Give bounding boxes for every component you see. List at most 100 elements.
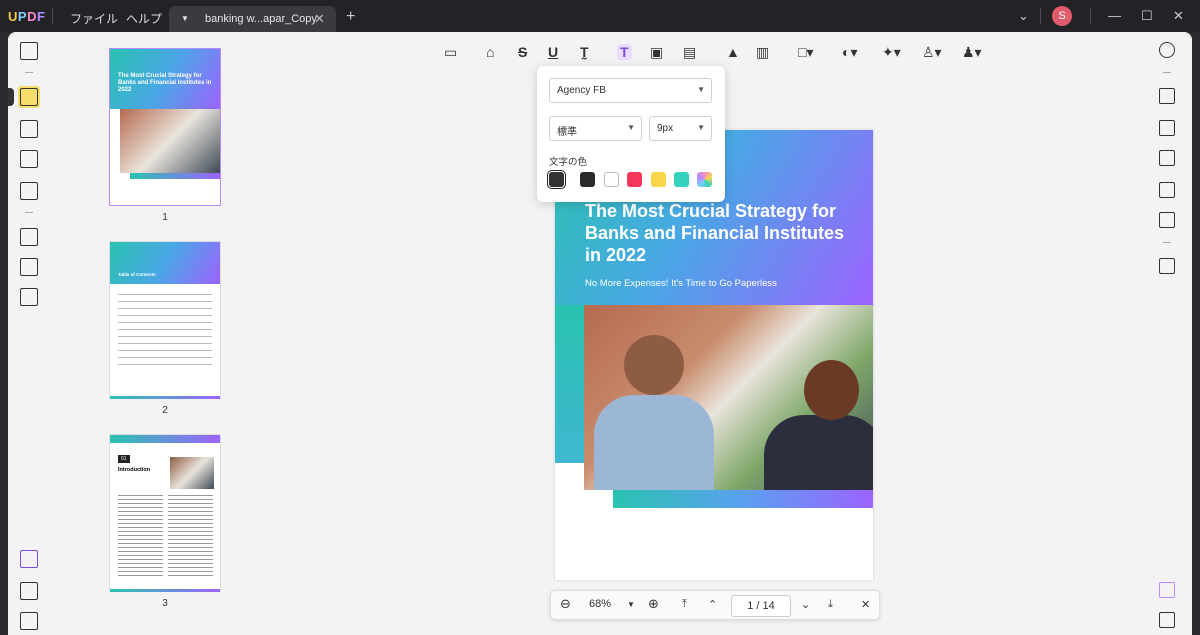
toolbar-separator xyxy=(1163,72,1171,73)
close-tab-icon[interactable]: ✕ xyxy=(314,11,325,27)
crop-icon[interactable] xyxy=(20,258,38,276)
tab-title: banking w...apar_Copy xyxy=(205,13,317,25)
color-swatch-white[interactable] xyxy=(604,172,619,187)
stamp-icon[interactable]: ♙▾ xyxy=(922,44,942,61)
sticky-note-icon[interactable]: ▭ xyxy=(444,44,457,61)
toolbar-separator xyxy=(25,212,33,213)
font-select[interactable]: Agency FB ▼ xyxy=(549,78,712,103)
pencil-icon[interactable]: ▲ xyxy=(726,44,740,60)
ai-assistant-icon[interactable] xyxy=(1159,582,1175,598)
zoom-in-icon[interactable]: ⊕ xyxy=(648,596,659,612)
page-number-input[interactable]: 1 / 14 xyxy=(731,595,791,617)
ocr-icon[interactable] xyxy=(1159,88,1175,104)
menu-help[interactable]: ヘルプ xyxy=(126,10,162,27)
thumb-badge: 01 xyxy=(118,455,130,463)
zoom-out-icon[interactable]: ⊖ xyxy=(560,596,571,612)
current-page: 1 xyxy=(747,600,754,612)
chevron-down-icon: ▼ xyxy=(627,123,635,132)
page-navigation-bar: ⊖ 68% ▼ ⊕ ⤒ ⌃ 1 / 14 ⌄ ⤓ ✕ xyxy=(550,590,880,620)
thumbnail-panel: The Most Crucial Strategy for Banks and … xyxy=(50,32,286,635)
font-select-value: Agency FB xyxy=(557,85,606,96)
font-style-select[interactable]: 標準 ▼ xyxy=(549,116,642,141)
chevron-down-icon[interactable]: ⌄ xyxy=(1018,8,1029,24)
thumbnail-page-3[interactable]: 01 Introduction xyxy=(109,434,221,592)
font-size-select[interactable]: 9px ▼ xyxy=(649,116,712,141)
page-title[interactable]: The Most Crucial Strategy for Banks and … xyxy=(585,200,845,266)
menu-file[interactable]: ファイル xyxy=(70,10,118,27)
form-icon[interactable] xyxy=(20,150,38,168)
squiggly-icon[interactable]: T̰ xyxy=(580,44,589,60)
thumb-bar xyxy=(130,173,220,179)
avatar[interactable]: S xyxy=(1052,6,1072,26)
annotation-toolbar: ▭ ⌂ S U T̰ T ▣ ▤ ▲ ▥ □▾ ◐▾ ✦▾ ♙▾ ♟▾ xyxy=(286,38,1144,68)
highlight-icon[interactable]: ⌂ xyxy=(486,44,494,60)
save-icon[interactable] xyxy=(1159,258,1175,274)
attachment-icon[interactable] xyxy=(20,612,38,630)
text-callout-icon[interactable]: ▤ xyxy=(683,44,696,61)
close-nav-icon[interactable]: ✕ xyxy=(861,598,870,611)
close-window-icon[interactable]: ✕ xyxy=(1173,8,1184,24)
shape-icon[interactable]: □▾ xyxy=(798,44,813,61)
organize-pages-icon[interactable] xyxy=(20,228,38,246)
thumb-title: Introduction xyxy=(118,467,151,473)
maximize-icon[interactable]: ☐ xyxy=(1141,8,1153,24)
document-tab[interactable]: ▼ banking w...apar_Copy ✕ xyxy=(169,6,336,32)
thumb-toc-lines xyxy=(118,294,212,370)
convert-icon[interactable] xyxy=(1159,120,1175,136)
bookmark-icon[interactable] xyxy=(20,582,38,600)
strikethrough-icon[interactable]: S xyxy=(518,44,527,60)
new-tab-icon[interactable]: + xyxy=(346,8,355,26)
underline-icon[interactable]: U xyxy=(548,44,558,60)
signature-icon[interactable]: ♟▾ xyxy=(962,44,982,61)
page-teal-band xyxy=(555,305,585,463)
font-size-value: 9px xyxy=(657,123,674,134)
thumb-hero xyxy=(110,435,220,443)
pin-icon[interactable]: ✦▾ xyxy=(882,44,901,61)
search-icon[interactable] xyxy=(1159,42,1175,58)
text-box-icon[interactable]: ▣ xyxy=(650,44,663,61)
minimize-icon[interactable]: — xyxy=(1108,8,1121,23)
chevron-down-icon[interactable]: ▼ xyxy=(181,14,189,23)
sidebar-collapse-handle[interactable] xyxy=(8,88,14,106)
first-page-icon[interactable]: ⤒ xyxy=(682,598,687,611)
text-color-label: 文字の色 xyxy=(549,157,588,168)
previous-page-icon[interactable]: ⌃ xyxy=(708,598,717,611)
text-properties-popover: Agency FB ▼ 標準 ▼ 9px ▼ 文字の色 xyxy=(537,66,725,202)
reader-icon[interactable] xyxy=(20,42,38,60)
sticker-icon[interactable]: ◐▾ xyxy=(842,44,857,61)
chevron-down-icon: ▼ xyxy=(697,123,705,132)
color-swatch-teal[interactable] xyxy=(674,172,689,187)
next-page-icon[interactable]: ⌄ xyxy=(801,598,810,611)
last-page-icon[interactable]: ⤓ xyxy=(828,598,833,611)
share-icon[interactable] xyxy=(1159,182,1175,198)
eraser-icon[interactable]: ▥ xyxy=(756,44,769,61)
thumbnail-page-1[interactable]: The Most Crucial Strategy for Banks and … xyxy=(109,48,221,206)
app-logo: UPDF xyxy=(8,9,46,24)
fill-sign-icon[interactable] xyxy=(20,182,38,200)
page-number-label: 2 xyxy=(162,405,168,416)
color-swatch-selected[interactable] xyxy=(547,170,566,189)
color-swatch-custom[interactable] xyxy=(697,172,712,187)
thumb-photo xyxy=(120,109,220,173)
chat-icon[interactable] xyxy=(1159,612,1175,628)
title-separator xyxy=(52,8,53,24)
protect-doc-icon[interactable] xyxy=(1159,150,1175,166)
title-separator xyxy=(1090,8,1091,24)
protect-icon[interactable] xyxy=(20,288,38,306)
thumb-text-col xyxy=(118,495,163,579)
toolbar-separator xyxy=(1163,242,1171,243)
zoom-value[interactable]: 68% xyxy=(589,598,611,610)
edit-pdf-icon[interactable] xyxy=(20,120,38,138)
thumb-title: The Most Crucial Strategy for Banks and … xyxy=(118,73,212,93)
text-comment-icon[interactable]: T xyxy=(617,44,632,60)
color-swatch-yellow[interactable] xyxy=(651,172,666,187)
mail-icon[interactable] xyxy=(1159,212,1175,228)
color-swatch-red[interactable] xyxy=(627,172,642,187)
page-subtitle[interactable]: No More Expenses! It's Time to Go Paperl… xyxy=(585,278,777,289)
color-swatch-black[interactable] xyxy=(580,172,595,187)
comment-icon[interactable] xyxy=(20,88,38,106)
thumbnail-page-2[interactable]: Table of Contents xyxy=(109,241,221,399)
right-toolbar xyxy=(1144,32,1192,635)
chevron-down-icon[interactable]: ▼ xyxy=(627,600,635,609)
layers-icon[interactable] xyxy=(20,550,38,568)
